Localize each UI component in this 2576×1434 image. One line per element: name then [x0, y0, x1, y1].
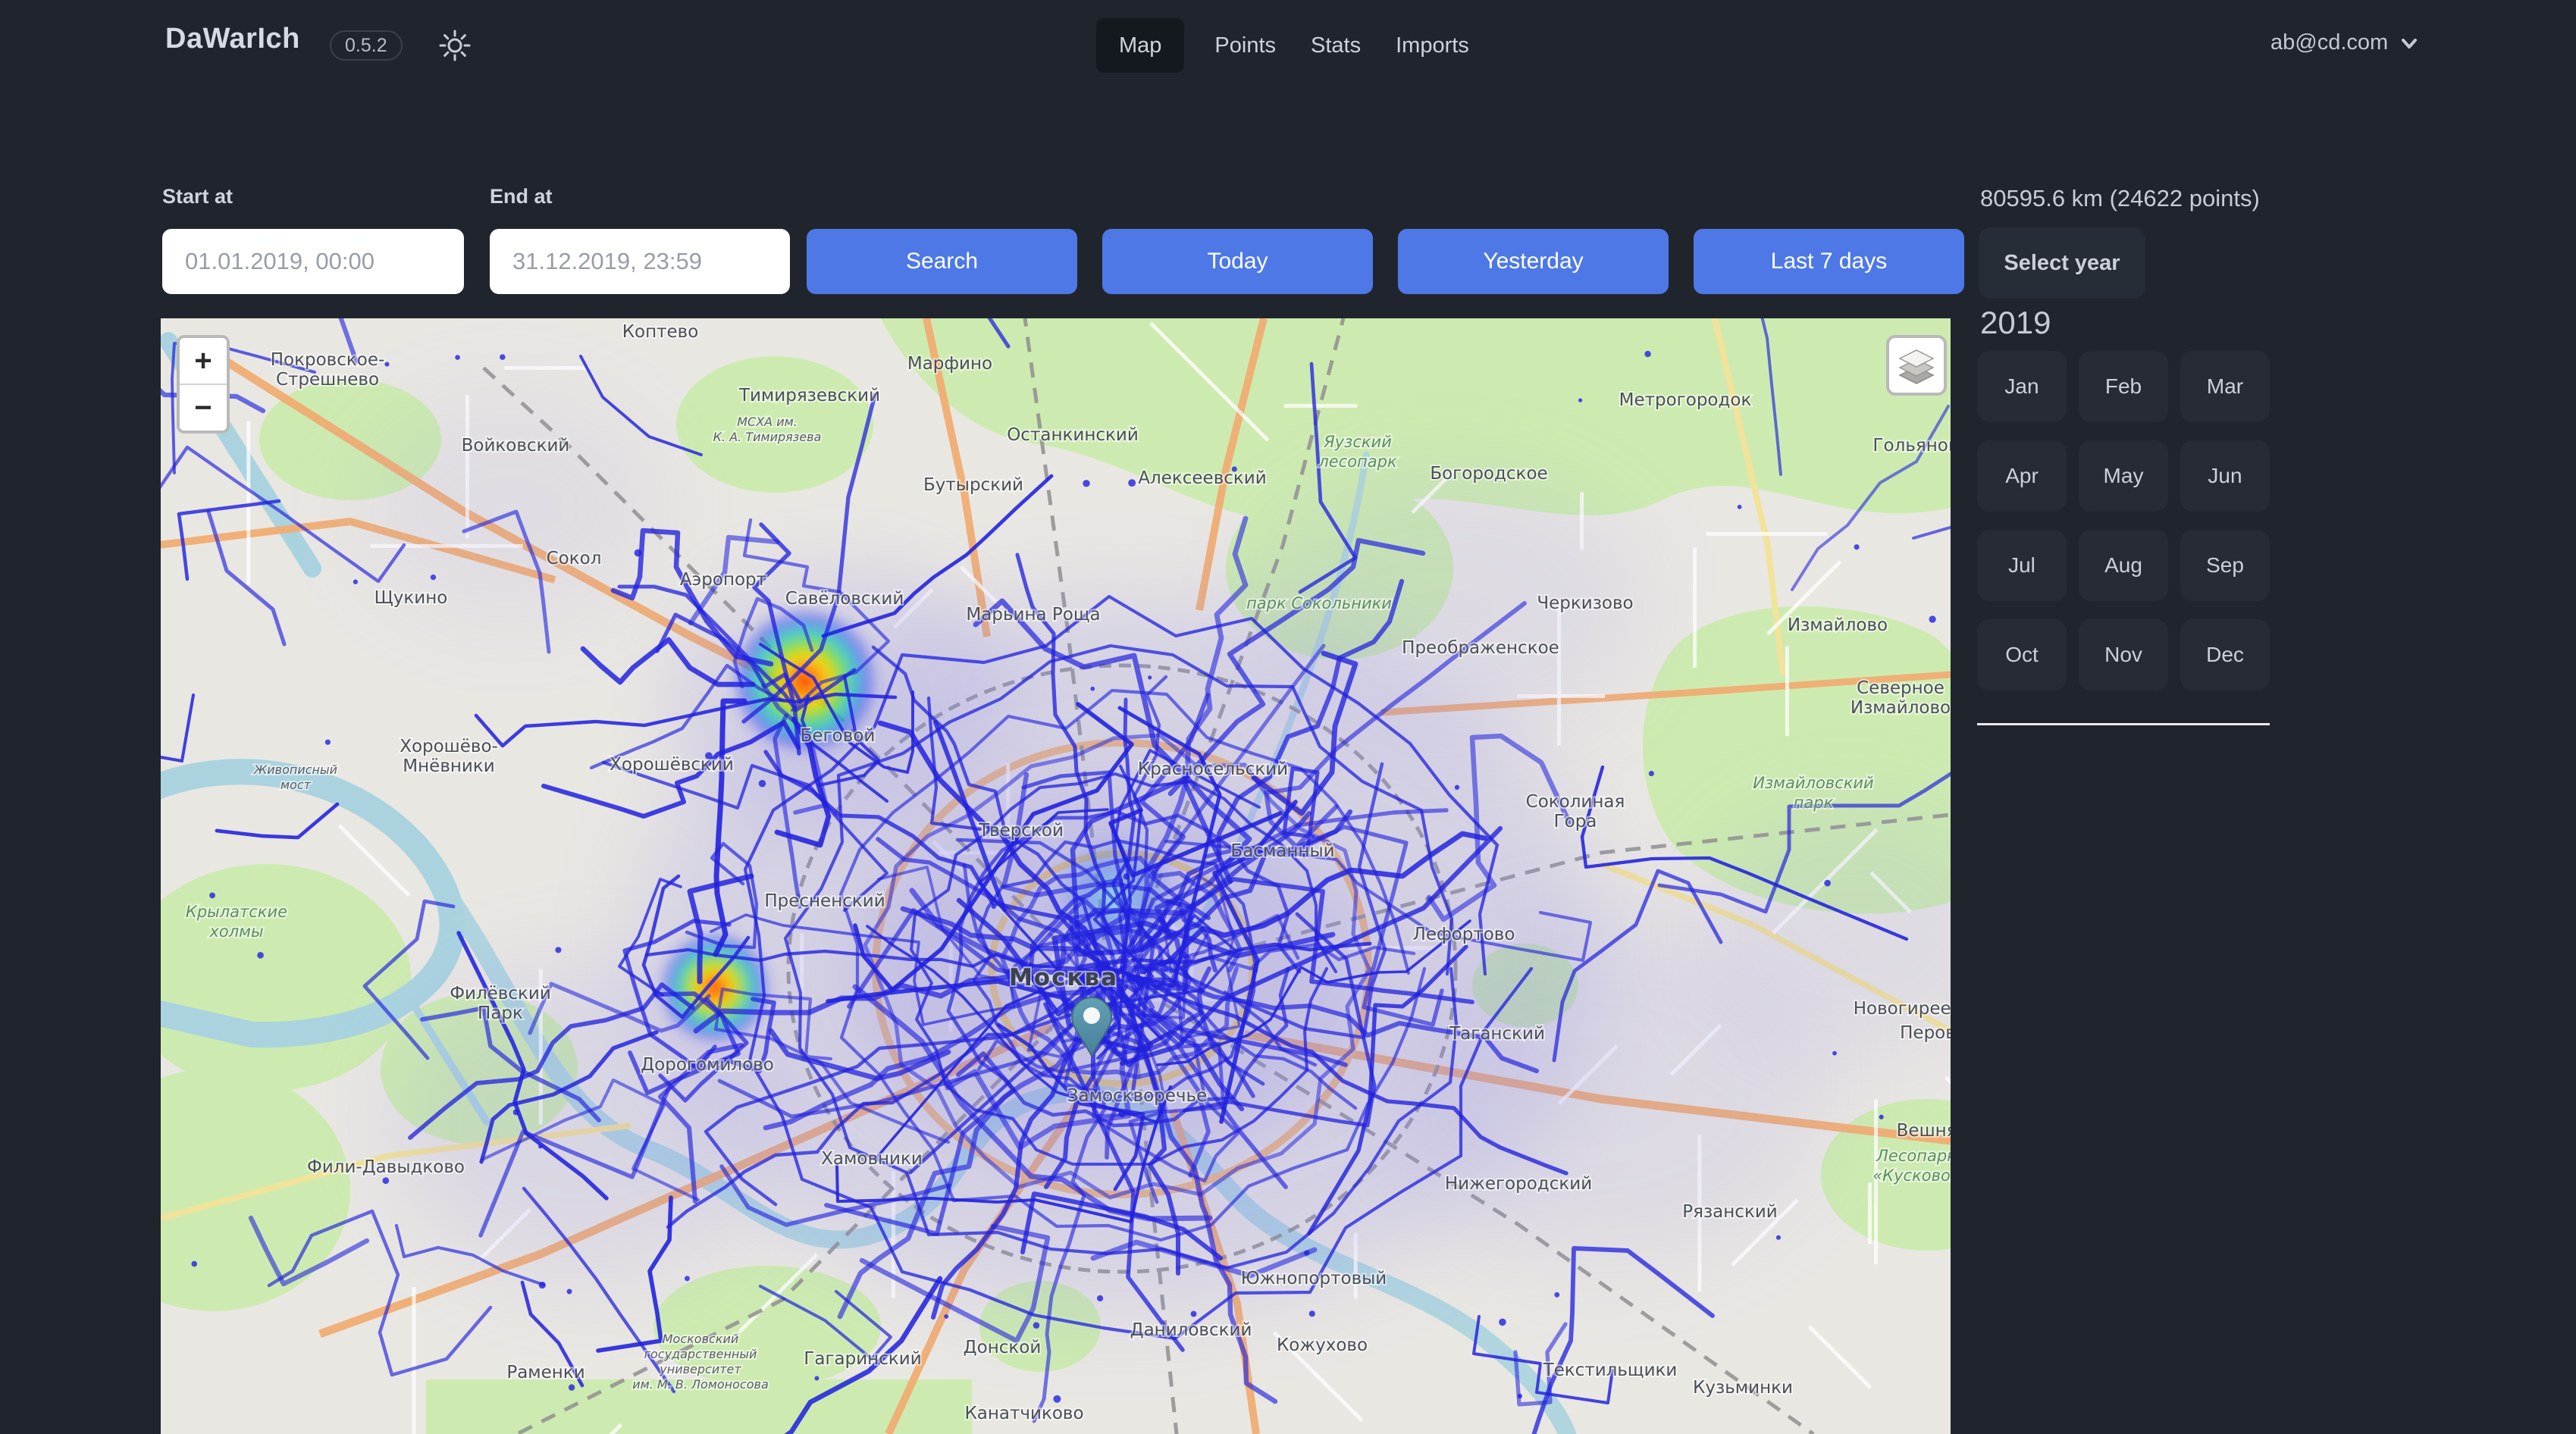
- svg-text:Измайлово: Измайлово: [1788, 615, 1888, 635]
- svg-text:Москва: Москва: [1009, 964, 1118, 991]
- svg-text:Рязанский: Рязанский: [1682, 1202, 1778, 1222]
- select-year-button[interactable]: Select year: [1979, 227, 2145, 299]
- svg-text:Красносельский: Красносельский: [1138, 759, 1288, 779]
- layers-control[interactable]: [1886, 335, 1947, 396]
- month-nov[interactable]: Nov: [2079, 619, 2168, 690]
- tab-imports[interactable]: Imports: [1391, 18, 1474, 73]
- svg-text:Басманный: Басманный: [1230, 841, 1334, 861]
- svg-text:Замоскворечье: Замоскворечье: [1067, 1086, 1207, 1106]
- layers-icon: [1895, 344, 1938, 387]
- svg-text:Раменки: Раменки: [506, 1363, 584, 1382]
- svg-text:Богородское: Богородское: [1430, 464, 1547, 484]
- month-jul[interactable]: Jul: [1977, 530, 2067, 601]
- svg-text:Кожухово: Кожухово: [1277, 1335, 1368, 1355]
- svg-text:Покровское-Стрешнево: Покровское-Стрешнево: [271, 350, 385, 390]
- svg-text:Хорошёво-Мнёвники: Хорошёво-Мнёвники: [400, 737, 498, 776]
- svg-text:Сокол: Сокол: [547, 549, 602, 568]
- svg-text:парк Сокольники: парк Сокольники: [1246, 594, 1392, 612]
- svg-text:Преображенское: Преображенское: [1402, 638, 1559, 658]
- month-apr[interactable]: Apr: [1977, 440, 2067, 512]
- month-jan[interactable]: Jan: [1977, 351, 2067, 422]
- tab-map[interactable]: Map: [1096, 18, 1184, 73]
- svg-text:Южнопортовый: Южнопортовый: [1241, 1269, 1387, 1288]
- svg-text:Щукино: Щукино: [374, 588, 448, 608]
- month-mar[interactable]: Mar: [2180, 351, 2270, 422]
- svg-text:Кузьминки: Кузьминки: [1693, 1378, 1793, 1398]
- svg-text:Новогиреево: Новогиреево: [1854, 999, 1951, 1019]
- svg-text:Перово: Перово: [1900, 1023, 1951, 1043]
- svg-text:Пресненский: Пресненский: [764, 891, 885, 911]
- theme-toggle[interactable]: [437, 27, 473, 64]
- svg-text:Дорогомилово: Дорогомилово: [641, 1055, 774, 1075]
- zoom-in-button[interactable]: +: [180, 338, 227, 384]
- svg-text:Марьина Роща: Марьина Роща: [966, 605, 1100, 625]
- svg-text:Канатчиково: Канатчиково: [964, 1404, 1083, 1423]
- svg-text:Лефортово: Лефортово: [1413, 925, 1515, 944]
- svg-text:Нижегородский: Нижегородский: [1445, 1174, 1592, 1194]
- quick-range-buttons: Search Today Yesterday Last 7 days: [807, 229, 1964, 294]
- svg-text:Марфино: Марфино: [907, 354, 992, 374]
- tab-stats[interactable]: Stats: [1306, 18, 1365, 73]
- end-at-label: End at: [490, 185, 553, 208]
- sun-icon: [438, 29, 472, 62]
- map[interactable]: Покровское-Стрешнево Коптево Марфино Тимиря…: [161, 318, 1951, 1434]
- search-button[interactable]: Search: [807, 229, 1077, 294]
- svg-text:Войковский: Войковский: [462, 436, 570, 456]
- user-email: ab@cd.com: [2270, 30, 2388, 55]
- user-menu[interactable]: ab@cd.com: [2270, 30, 2420, 55]
- map-canvas: Покровское-Стрешнево Коптево Марфино Тимиря…: [161, 318, 1951, 1434]
- svg-text:Вешняки: Вешняки: [1897, 1121, 1951, 1141]
- month-oct[interactable]: Oct: [1977, 619, 2067, 690]
- today-button[interactable]: Today: [1102, 229, 1373, 294]
- svg-text:Гольяново: Гольяново: [1873, 436, 1951, 456]
- svg-text:Коптево: Коптево: [622, 322, 699, 342]
- year-heading: 2019: [1980, 305, 2051, 341]
- start-at-label: Start at: [162, 185, 233, 208]
- month-aug[interactable]: Aug: [2079, 530, 2168, 601]
- svg-text:Тимирязевский: Тимирязевский: [738, 386, 880, 405]
- svg-text:Текстильщики: Текстильщики: [1543, 1360, 1678, 1380]
- start-at-input[interactable]: [162, 229, 464, 294]
- last7-button[interactable]: Last 7 days: [1694, 229, 1964, 294]
- svg-text:Таганский: Таганский: [1449, 1024, 1545, 1044]
- svg-text:Черкизово: Черкизово: [1537, 593, 1633, 613]
- end-at-input[interactable]: [490, 229, 790, 294]
- app-logo: DaWarIch: [165, 23, 300, 55]
- svg-text:Хамовники: Хамовники: [821, 1149, 923, 1169]
- svg-text:Савёловский: Савёловский: [785, 589, 904, 609]
- svg-text:Аэропорт: Аэропорт: [680, 570, 766, 590]
- distance-stats: 80595.6 km (24622 points): [1980, 185, 2260, 212]
- sidebar-divider: [1977, 723, 2270, 725]
- svg-text:Тверской: Тверской: [978, 821, 1064, 841]
- chevron-down-icon: [2399, 33, 2420, 54]
- svg-text:Гагаринский: Гагаринский: [804, 1349, 921, 1369]
- svg-text:СеверноеИзмайлово: СеверноеИзмайлово: [1851, 678, 1951, 718]
- svg-text:Метрогородок: Метрогородок: [1619, 390, 1752, 410]
- svg-text:Останкинский: Останкинский: [1007, 425, 1139, 445]
- yesterday-button[interactable]: Yesterday: [1398, 229, 1669, 294]
- tab-points[interactable]: Points: [1210, 18, 1280, 73]
- svg-text:Фили-Давыдково: Фили-Давыдково: [307, 1157, 465, 1177]
- svg-text:Алексеевский: Алексеевский: [1138, 468, 1266, 488]
- nav-tabs: Map Points Stats Imports: [1096, 18, 1474, 73]
- month-sep[interactable]: Sep: [2180, 530, 2270, 601]
- month-grid: JanFebMar AprMayJun JulAugSep OctNovDec: [1977, 351, 2270, 690]
- version-badge: 0.5.2: [330, 30, 403, 61]
- svg-text:Бутырский: Бутырский: [923, 475, 1023, 495]
- svg-text:Беговой: Беговой: [801, 726, 876, 746]
- month-jun[interactable]: Jun: [2180, 440, 2270, 512]
- svg-text:Хорошёвский: Хорошёвский: [610, 755, 734, 775]
- month-dec[interactable]: Dec: [2180, 619, 2270, 690]
- svg-text:Даниловский: Даниловский: [1130, 1320, 1252, 1340]
- map-zoom-control: + −: [177, 335, 230, 434]
- zoom-out-button[interactable]: −: [180, 384, 227, 431]
- month-feb[interactable]: Feb: [2079, 351, 2168, 422]
- month-may[interactable]: May: [2079, 440, 2168, 512]
- svg-text:Донской: Донской: [964, 1338, 1042, 1357]
